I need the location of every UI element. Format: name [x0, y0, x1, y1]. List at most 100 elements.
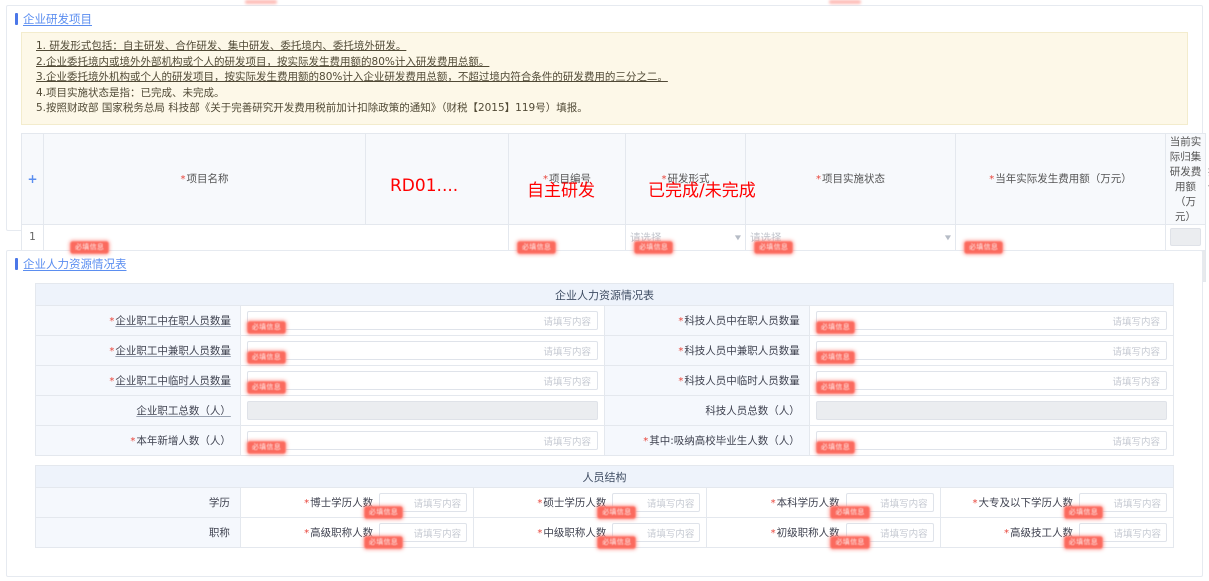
enterprise-parttime-input[interactable]: 请填写内容: [247, 341, 598, 360]
personnel-structure-table: 人员结构 学历 *博士学历人数 请填写内容 必填信息 *硕士学历人数 请填写内容…: [35, 465, 1174, 548]
annotation-status: 已完成/未完成: [648, 176, 756, 201]
hr-section-title: 企业人力资源情况表: [23, 256, 127, 272]
label-graduates-absorbed: *其中:吸纳高校毕业生人数（人）: [604, 426, 809, 456]
required-asterisk: *: [181, 174, 186, 185]
required-badge: 必填信息: [247, 351, 286, 364]
enterprise-temp-input[interactable]: 请填写内容: [247, 371, 598, 390]
required-badge: 必填信息: [816, 351, 855, 364]
col-status: *项目实施状态: [746, 133, 956, 224]
structure-row-education: 学历 *博士学历人数 请填写内容 必填信息 *硕士学历人数 请填写内容 必填信息…: [36, 488, 1174, 518]
tech-total-readonly: [816, 401, 1167, 420]
required-badge: 必填信息: [597, 536, 636, 549]
rd-table-header-row: + *项目名称 *项目编号 *研发形式 *项目实施状态 *当年实际发生费用额（万…: [22, 133, 1206, 224]
row-index: 1: [22, 224, 44, 250]
new-hires-input[interactable]: 请填写内容: [247, 431, 598, 450]
annotation-rd-form: 自主研发: [527, 176, 595, 201]
hr-row-2: *企业职工中临时人员数量 请填写内容 必填信息 *科技人员中临时人员数量 请填写…: [36, 366, 1174, 396]
cell-collected-amount: [1166, 224, 1206, 250]
structure-table-title: 人员结构: [36, 466, 1174, 488]
field-tech-parttime[interactable]: 请填写内容 必填信息: [809, 336, 1173, 366]
hr-panel: 企业人力资源情况表 企业人力资源情况表 *企业职工中在职人员数量 请填写内容 必…: [6, 250, 1203, 577]
cell-rd-form[interactable]: 请选择 ▼ 必填信息: [626, 224, 746, 250]
rd-projects-panel: 企业研发项目 1. 研发形式包括：自主研发、合作研发、集中研发、委托境内、委托境…: [6, 5, 1203, 231]
add-column-header[interactable]: +: [22, 133, 44, 224]
hr-table-title: 企业人力资源情况表: [36, 284, 1174, 306]
tech-temp-input[interactable]: 请填写内容: [816, 371, 1167, 390]
structure-category-title: 职称: [36, 518, 241, 548]
required-badge: 必填信息: [634, 241, 673, 254]
field-college-below-count[interactable]: *大专及以下学历人数 请填写内容 必填信息: [940, 488, 1173, 518]
field-senior-technician-count[interactable]: *高级技工人数 请填写内容 必填信息: [940, 518, 1173, 548]
label-tech-temp: *科技人员中临时人员数量: [604, 366, 809, 396]
required-badge: 必填信息: [247, 441, 286, 454]
col-project-name: *项目名称: [44, 133, 366, 224]
hr-row-4: *本年新增人数（人） 请填写内容 必填信息 *其中:吸纳高校毕业生人数（人） 请…: [36, 426, 1174, 456]
notice-line-5: 5.按照财政部 国家税务总局 科技部《关于完善研究开发费用税前加计扣除政策的通知…: [36, 101, 1175, 117]
tech-parttime-input[interactable]: 请填写内容: [816, 341, 1167, 360]
required-badge: 必填信息: [597, 506, 636, 519]
field-tech-temp[interactable]: 请填写内容 必填信息: [809, 366, 1173, 396]
cell-project-name[interactable]: 必填信息: [44, 224, 509, 250]
required-badge: 必填信息: [754, 241, 793, 254]
field-enterprise-parttime[interactable]: 请填写内容 必填信息: [240, 336, 604, 366]
required-badge: 必填信息: [247, 321, 286, 334]
structure-row-title: 职称 *高级职称人数 请填写内容 必填信息 *中级职称人数 请填写内容 必填信息…: [36, 518, 1174, 548]
field-tech-total: [809, 396, 1173, 426]
chevron-down-icon[interactable]: ▼: [945, 233, 951, 240]
label-tech-parttime: *科技人员中兼职人员数量: [604, 336, 809, 366]
field-graduates-absorbed[interactable]: 请填写内容 必填信息: [809, 426, 1173, 456]
label-enterprise-temp: *企业职工中临时人员数量: [36, 366, 241, 396]
plus-icon[interactable]: +: [27, 172, 37, 186]
rd-section-title: 企业研发项目: [23, 11, 92, 27]
field-mid-title-count[interactable]: *中级职称人数 请填写内容 必填信息: [474, 518, 707, 548]
notice-line-2: 2.企业委托境内或境外外部机构或个人的研发项目，按实际发生费用额的80%计入研发…: [36, 55, 1175, 71]
required-badge: 必填信息: [816, 321, 855, 334]
hr-row-1: *企业职工中兼职人员数量 请填写内容 必填信息 *科技人员中兼职人员数量 请填写…: [36, 336, 1174, 366]
tech-fulltime-input[interactable]: 请填写内容: [816, 311, 1167, 330]
required-badge: 必填信息: [830, 536, 869, 549]
label-tech-fulltime: *科技人员中在职人员数量: [604, 306, 809, 336]
enterprise-fulltime-input[interactable]: 请填写内容: [247, 311, 598, 330]
field-enterprise-total: [240, 396, 604, 426]
cut-off-badge-stub-right: [829, 0, 861, 4]
field-master-count[interactable]: *硕士学历人数 请填写内容 必填信息: [474, 488, 707, 518]
field-phd-count[interactable]: *博士学历人数 请填写内容 必填信息: [240, 488, 473, 518]
col-current-year-amount: *当年实际发生费用额（万元）: [956, 133, 1166, 224]
required-badge: 必填信息: [830, 506, 869, 519]
field-junior-title-count[interactable]: *初级职称人数 请填写内容 必填信息: [707, 518, 940, 548]
col-collected-amount: 当前实际归集研发费用额（万元）: [1166, 133, 1206, 224]
hr-row-3: 企业职工总数（人） 科技人员总数（人）: [36, 396, 1174, 426]
field-tech-fulltime[interactable]: 请填写内容 必填信息: [809, 306, 1173, 336]
field-enterprise-temp[interactable]: 请填写内容 必填信息: [240, 366, 604, 396]
cell-status[interactable]: 请选择 ▼ 必填信息: [746, 224, 956, 250]
hr-section-header: 企业人力资源情况表: [7, 251, 1202, 277]
label-tech-total: 科技人员总数（人）: [604, 396, 809, 426]
rd-notice-box: 1. 研发形式包括：自主研发、合作研发、集中研发、委托境内、委托境外研发。 2.…: [21, 32, 1188, 125]
label-enterprise-total: 企业职工总数（人）: [36, 396, 241, 426]
enterprise-total-readonly: [247, 401, 598, 420]
required-badge: 必填信息: [1064, 536, 1103, 549]
required-badge: 必填信息: [517, 241, 556, 254]
required-badge: 必填信息: [364, 506, 403, 519]
chevron-down-icon[interactable]: ▼: [735, 233, 741, 240]
section-accent-bar: [15, 258, 18, 270]
cell-current-year-amount[interactable]: 必填信息: [956, 224, 1166, 250]
notice-line-1: 1. 研发形式包括：自主研发、合作研发、集中研发、委托境内、委托境外研发。: [36, 39, 1175, 55]
table-row: 1 必填信息 必填信息 请选择 ▼ 必填信息: [22, 224, 1206, 250]
graduates-absorbed-input[interactable]: 请填写内容: [816, 431, 1167, 450]
field-new-hires[interactable]: 请填写内容 必填信息: [240, 426, 604, 456]
required-badge: 必填信息: [816, 441, 855, 454]
cut-off-badge-stub-left: [245, 0, 277, 4]
section-accent-bar: [15, 13, 18, 25]
required-badge: 必填信息: [1064, 506, 1103, 519]
field-bachelor-count[interactable]: *本科学历人数 请填写内容 必填信息: [707, 488, 940, 518]
label-enterprise-fulltime: *企业职工中在职人员数量: [36, 306, 241, 336]
field-senior-title-count[interactable]: *高级职称人数 请填写内容 必填信息: [240, 518, 473, 548]
rd-section-header: 企业研发项目: [7, 6, 1202, 32]
field-enterprise-fulltime[interactable]: 请填写内容 必填信息: [240, 306, 604, 336]
collected-amount-readonly: [1170, 228, 1201, 246]
project-name-input[interactable]: [48, 227, 504, 247]
cell-project-code[interactable]: 必填信息: [509, 224, 626, 250]
required-badge: 必填信息: [247, 381, 286, 394]
required-badge: 必填信息: [816, 381, 855, 394]
